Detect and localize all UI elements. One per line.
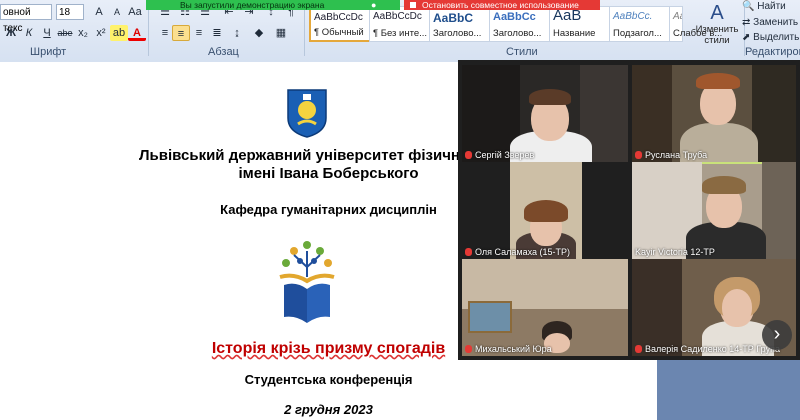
person-hair [524, 200, 568, 222]
wall-painting [468, 301, 512, 333]
find-button[interactable]: 🔍 Найти [742, 1, 786, 12]
chevron-right-icon[interactable]: › [762, 320, 792, 350]
style-label: Название [553, 28, 596, 39]
video-gallery: Сергій Зверев Руслана Труба Оля Саламаха… [458, 60, 800, 360]
style-subtitle[interactable]: AaBbCc. Подзагол... [609, 6, 671, 42]
person-hair [529, 89, 571, 105]
replace-label: Заменить [753, 17, 799, 28]
strikethrough-button[interactable]: abe [56, 25, 74, 41]
stop-sharing-button[interactable]: Остановить совместное использование [404, 0, 600, 10]
style-no-spacing[interactable]: AaBbCcDc ¶ Без инте... [369, 6, 431, 42]
style-subtle-emphasis[interactable]: AaBbCcL Слабое в... [669, 6, 722, 42]
university-emblem [287, 89, 327, 138]
find-label: Найти [757, 1, 786, 12]
superscript-button[interactable]: x² [92, 25, 110, 41]
clear-format-button[interactable]: Aa [126, 4, 144, 20]
bold-button[interactable]: Ж [2, 25, 20, 41]
share-banner-text: Вы запустили демонстрацию экрана [180, 0, 325, 10]
muted-mic-icon [635, 345, 642, 353]
style-title[interactable]: AaB Название [549, 6, 611, 42]
underline-button[interactable]: Ч [38, 25, 56, 41]
shield-icon: ● [371, 0, 377, 10]
subscript-button[interactable]: x₂ [74, 25, 92, 41]
bookshelf [632, 65, 672, 162]
style-sample: AaBbCcDc [314, 12, 363, 23]
conference-date: 2 грудня 2023 [284, 402, 373, 417]
style-label: Подзагол... [613, 28, 662, 39]
style-label: Заголово... [493, 28, 542, 39]
align-center-icon[interactable]: ≡ [172, 25, 190, 41]
muted-mic-icon [635, 151, 642, 159]
cursor-icon: ⬈ [742, 32, 751, 43]
replace-icon: ⇄ [742, 17, 751, 28]
muted-mic-icon [465, 345, 472, 353]
participant-name: Валерія Садиленко 14-ТР Група [635, 344, 780, 354]
participant-name: Михальський Юра [465, 344, 552, 354]
line-spacing-icon[interactable]: ↨ [228, 25, 246, 41]
editing-group-label: Редактирование [745, 46, 800, 58]
style-normal[interactable]: AaBbCcDc ¶ Обычный [309, 6, 371, 42]
styles-group-label: Стили [506, 46, 538, 58]
bookshelf [752, 65, 796, 162]
paragraph-group-label: Абзац [208, 46, 239, 58]
replace-button[interactable]: ⇄ Заменить [742, 17, 798, 28]
binoculars-icon: 🔍 [742, 1, 755, 12]
ribbon: овной текс 18 A A Aa Ж К Ч abe x₂ x² ab … [0, 0, 800, 63]
divider [148, 4, 149, 56]
conference-subtitle: Студентська конференція [244, 372, 413, 387]
divider [304, 4, 305, 56]
grow-font-button[interactable]: A [90, 4, 108, 20]
justify-icon[interactable]: ≣ [208, 25, 226, 41]
stop-icon [410, 2, 416, 8]
shrink-font-button[interactable]: A [108, 4, 126, 20]
borders-icon[interactable]: ▦ [272, 25, 290, 41]
change-styles-icon: A [710, 2, 724, 24]
change-styles-label: Изменить стили [695, 24, 739, 46]
font-color-button[interactable]: A [128, 25, 146, 41]
person-hair [696, 73, 740, 89]
participant-tile[interactable]: Сергій Зверев [462, 65, 628, 162]
select-button[interactable]: ⬈ Выделить [742, 32, 799, 43]
person-hair [702, 176, 746, 194]
participant-name: Сергій Зверев [465, 150, 534, 160]
muted-mic-icon [465, 151, 472, 159]
style-heading-1[interactable]: AaBbC Заголово... [429, 6, 491, 42]
participant-tile[interactable]: Руслана Труба [632, 65, 796, 162]
style-sample: AaBbCcL [673, 11, 682, 22]
style-sample: AaBbCc. [613, 11, 653, 22]
participant-tile[interactable]: Оля Саламаха (15-ТР) [462, 162, 628, 259]
participant-tile-active-speaker[interactable]: Kayir Victoria 12-ТР [632, 162, 796, 259]
muted-mic-icon [465, 248, 472, 256]
participant-name: Оля Саламаха (15-ТР) [465, 247, 570, 257]
align-right-icon[interactable]: ≡ [190, 25, 208, 41]
person-face [722, 289, 752, 325]
style-heading-2[interactable]: AaBbCc Заголово... [489, 6, 551, 42]
highlight-button[interactable]: ab [110, 25, 128, 41]
font-name-field[interactable]: овной текс [0, 4, 52, 34]
style-label: Заголово... [433, 28, 482, 39]
style-label: ¶ Обычный [314, 27, 364, 38]
video-background [632, 259, 682, 356]
shading-icon[interactable]: ◆ [250, 25, 268, 41]
participant-name: Руслана Труба [635, 150, 707, 160]
change-styles-button[interactable]: A Изменить стили [692, 2, 742, 46]
department-logo [279, 241, 335, 323]
video-background [762, 162, 796, 259]
font-group-label: Шрифт [30, 46, 67, 58]
select-label: Выделить [753, 32, 800, 43]
stop-sharing-label: Остановить совместное использование [422, 0, 579, 10]
font-size-field[interactable]: 18 [56, 4, 84, 20]
screen-share-banner: Вы запустили демонстрацию экрана ● [146, 0, 400, 10]
italic-button[interactable]: К [20, 25, 38, 41]
style-label: ¶ Без инте... [373, 28, 428, 39]
participant-tile[interactable]: Михальський Юра [462, 259, 628, 356]
participant-name: Kayir Victoria 12-ТР [635, 247, 715, 257]
